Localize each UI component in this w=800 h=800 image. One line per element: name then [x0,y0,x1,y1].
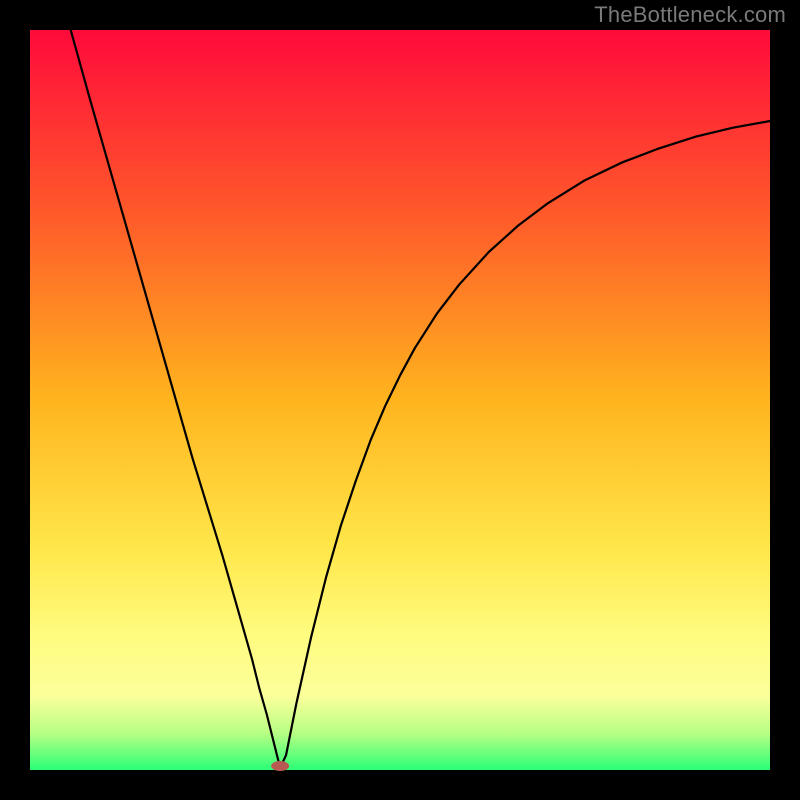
bottleneck-chart [0,0,800,800]
chart-frame: TheBottleneck.com [0,0,800,800]
plot-background [30,30,770,770]
minimum-marker [271,761,289,771]
